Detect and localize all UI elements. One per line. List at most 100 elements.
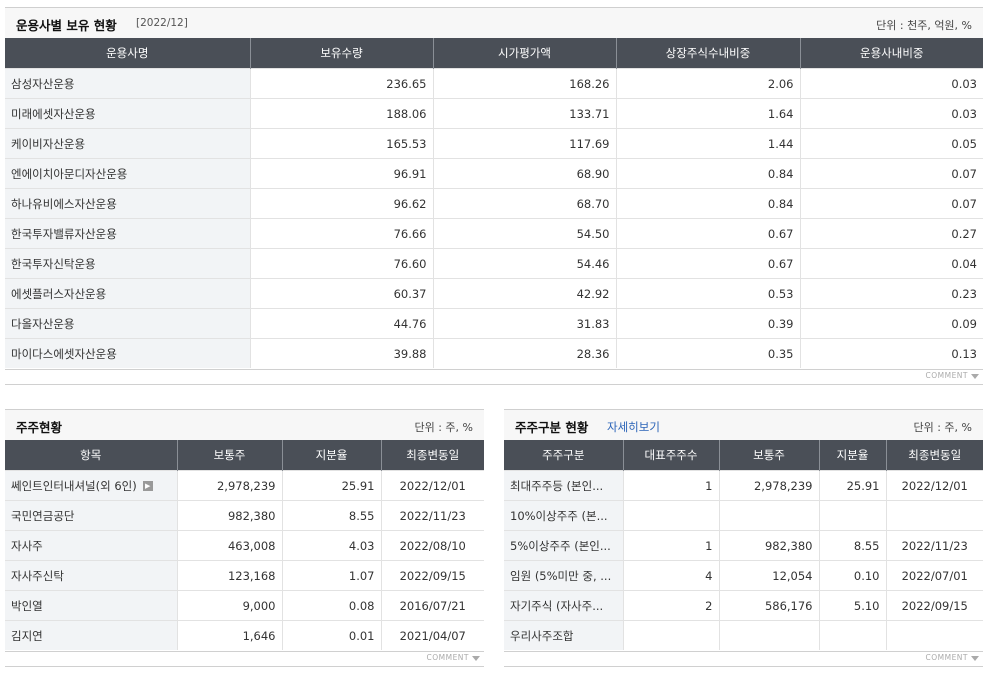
shareholder-types-header: 주주구분 현황 자세히보기 단위 : 주, % — [504, 409, 983, 440]
table-cell: 0.10 — [818, 560, 886, 591]
table-cell: 188.06 — [249, 98, 433, 129]
table-cell: 123,168 — [176, 560, 282, 591]
shareholder-types-unit: 단위 : 주, % — [913, 421, 972, 434]
table-cell: 2022/11/23 — [885, 530, 983, 561]
table-row: 한국투자밸류자산운용 76.66 54.50 0.67 0.27 — [5, 218, 983, 249]
table-row: 에셋플러스자산운용 60.37 42.92 0.53 0.23 — [5, 278, 983, 309]
cell-value: 0.84 — [767, 196, 794, 211]
table-cell: 0.08 — [281, 590, 381, 621]
cell-value: 8.55 — [348, 508, 375, 523]
table-cell: 96.62 — [249, 188, 433, 219]
comment-label: COMMENT — [925, 653, 968, 662]
cell-value: 2022/12/01 — [399, 478, 466, 493]
cell-value: 982,380 — [227, 508, 276, 523]
fund-holdings-title: 운용사별 보유 현황 — [16, 18, 117, 33]
row-label-cell: 한국투자신탁운용 — [5, 248, 250, 279]
table-row: 최대주주등 (본인... 1 2,978,239 25.91 2022/12/01 — [504, 470, 983, 501]
table-cell — [885, 620, 983, 650]
chevron-down-icon — [472, 655, 480, 661]
shareholders-unit: 단위 : 주, % — [414, 421, 473, 434]
table-cell: 2,978,239 — [176, 470, 282, 501]
cell-value: 1.07 — [348, 568, 375, 583]
table-cell: 0.35 — [615, 338, 800, 368]
cell-value: 1 — [705, 478, 713, 493]
table-cell — [718, 500, 819, 531]
table-cell: 2022/11/23 — [380, 500, 484, 531]
cell-value: 2022/12/01 — [901, 478, 968, 493]
cell-value: 586,176 — [764, 598, 813, 613]
cell-value: 76.66 — [393, 226, 427, 241]
comment-toggle[interactable]: COMMENT — [426, 653, 480, 662]
row-label-cell: 임원 (5%미만 중, ... — [504, 560, 623, 591]
cell-value: 마이다스에셋자산운용 — [11, 346, 117, 361]
row-label-cell: 김지연 — [5, 620, 177, 650]
cell-value: 0.27 — [951, 226, 977, 241]
cell-value: 96.91 — [393, 166, 427, 181]
column-header: 항목 — [5, 440, 177, 471]
cell-value: 최대주주등 (본인... — [510, 478, 604, 493]
table-cell: 0.07 — [799, 158, 983, 189]
table-cell: 168.26 — [432, 68, 616, 99]
detail-link[interactable]: 자세히보기 — [607, 419, 660, 435]
cell-value: 삼성자산운용 — [11, 76, 75, 91]
cell-value: 28.36 — [576, 346, 610, 361]
cell-value: 0.03 — [951, 106, 977, 121]
row-label-cell: 삼성자산운용 — [5, 68, 250, 99]
table-cell: 31.83 — [432, 308, 616, 339]
cell-value: 박인열 — [11, 598, 43, 613]
fund-holdings-panel: 운용사별 보유 현황 [2022/12] 단위 : 천주, 억원, % 운용사명… — [5, 7, 983, 387]
shareholders-header-row: 항목 보통주 지분율 최종변동일 — [5, 440, 484, 471]
row-label-cell: 미래에셋자산운용 — [5, 98, 250, 129]
cell-value: 68.70 — [576, 196, 610, 211]
shareholder-types-header-row: 주주구분 대표주주수 보통주 지분율 최종변동일 — [504, 440, 983, 471]
row-label-cell: 하나유비에스자산운용 — [5, 188, 250, 219]
table-cell — [885, 500, 983, 531]
row-label-cell: 자사주 — [5, 530, 177, 561]
shareholders-footer: COMMENT — [5, 651, 484, 667]
row-label-cell: 박인열 — [5, 590, 177, 621]
row-label-cell: 에셋플러스자산운용 — [5, 278, 250, 309]
table-row: 박인열 9,000 0.08 2016/07/21 — [5, 590, 484, 621]
table-cell: 1 — [622, 470, 719, 501]
column-header: 보유수량 — [249, 38, 433, 69]
column-header: 최종변동일 — [885, 440, 983, 471]
cell-value: 25.91 — [846, 478, 880, 493]
cell-value: 0.67 — [767, 226, 794, 241]
table-row: 삼성자산운용 236.65 168.26 2.06 0.03 — [5, 68, 983, 99]
shareholders-table: 항목 보통주 지분율 최종변동일 쎄인트인터내셔널(외 6인) ▶ 2,978,239 25… — [5, 440, 484, 650]
table-cell: 1,646 — [176, 620, 282, 650]
table-cell: 2022/07/01 — [885, 560, 983, 591]
shareholders-header: 주주현황 단위 : 주, % — [5, 409, 484, 440]
table-row: 하나유비에스자산운용 96.62 68.70 0.84 0.07 — [5, 188, 983, 219]
column-header: 보통주 — [176, 440, 282, 471]
cell-value: 다올자산운용 — [11, 316, 75, 331]
chevron-down-icon — [971, 655, 979, 661]
cell-value: 2022/08/10 — [399, 538, 466, 553]
cell-value: 엔에이치아문디자산운용 — [11, 166, 128, 181]
cell-value: 2022/11/23 — [399, 508, 466, 523]
shareholders-panel: 주주현황 단위 : 주, % 항목 보통주 지분율 최종변동일 쎄인트인터내셔널(외 … — [5, 409, 484, 668]
cell-value: 8.55 — [853, 538, 880, 553]
table-cell: 96.91 — [249, 158, 433, 189]
cell-value: 1,646 — [242, 628, 276, 643]
cell-value: 76.60 — [393, 256, 427, 271]
cell-value: 0.13 — [951, 346, 977, 361]
cell-value: 자사주 — [11, 538, 43, 553]
table-row: 임원 (5%미만 중, ... 4 12,054 0.10 2022/07/01 — [504, 560, 983, 591]
row-label-cell: 다올자산운용 — [5, 308, 250, 339]
row-label-cell: 5%이상주주 (본인... — [504, 530, 623, 561]
cell-value: 2016/07/21 — [399, 598, 466, 613]
cell-value: 2022/11/23 — [901, 538, 968, 553]
table-cell: 1.07 — [281, 560, 381, 591]
table-cell: 76.66 — [249, 218, 433, 249]
comment-toggle[interactable]: COMMENT — [925, 371, 979, 380]
cell-value: 133.71 — [569, 106, 610, 121]
table-cell: 4.03 — [281, 530, 381, 561]
expand-more-icon[interactable]: ▶ — [142, 481, 153, 491]
table-row: 우리사주조합 — [504, 620, 983, 650]
comment-label: COMMENT — [426, 653, 469, 662]
cell-value: 0.05 — [951, 136, 977, 151]
cell-value: 168.26 — [569, 76, 610, 91]
comment-toggle[interactable]: COMMENT — [925, 653, 979, 662]
table-cell: 0.13 — [799, 338, 983, 368]
